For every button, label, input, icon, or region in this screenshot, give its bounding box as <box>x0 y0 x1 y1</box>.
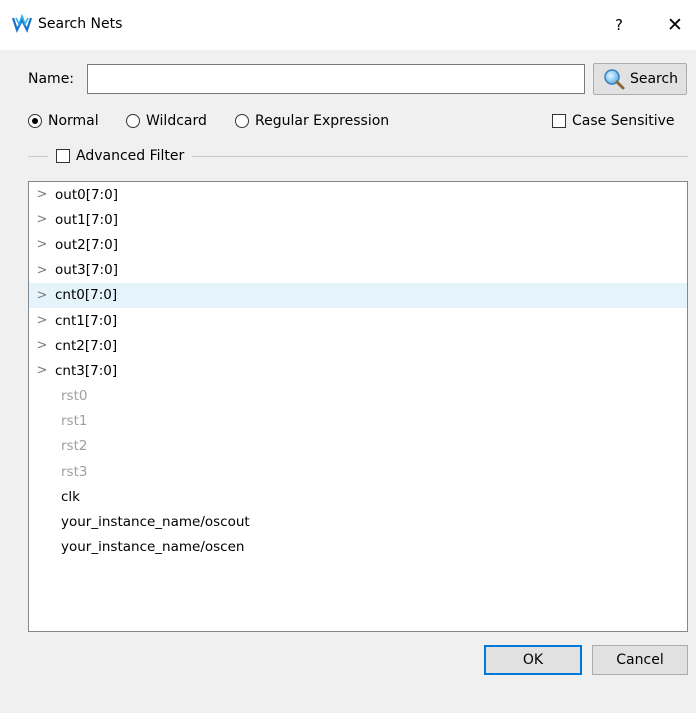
tree-item[interactable]: > cnt1[7:0] <box>29 308 687 333</box>
title-bar: Search Nets ? ✕ <box>0 0 696 50</box>
tree-item[interactable]: rst1 <box>29 409 687 434</box>
case-sensitive-label: Case Sensitive <box>572 113 675 129</box>
radio-normal[interactable] <box>28 114 42 128</box>
net-label: your_instance_name/oscen <box>61 539 245 556</box>
net-label: out2[7:0] <box>55 236 118 253</box>
chevron-right-icon[interactable]: > <box>29 237 55 252</box>
radio-wildcard[interactable] <box>126 114 140 128</box>
net-label: rst1 <box>61 413 88 430</box>
case-sensitive-option[interactable]: Case Sensitive <box>552 111 675 131</box>
chevron-right-icon[interactable]: > <box>29 288 55 303</box>
tree-item[interactable]: > cnt2[7:0] <box>29 333 687 358</box>
tree-item[interactable]: clk <box>29 484 687 509</box>
mode-wildcard-option[interactable]: Wildcard <box>126 111 207 131</box>
net-label: rst2 <box>61 438 88 455</box>
advanced-filter-label: Advanced Filter <box>76 148 185 164</box>
net-label: out0[7:0] <box>55 186 118 203</box>
chevron-right-icon[interactable]: > <box>29 212 55 227</box>
advanced-filter-option[interactable]: Advanced Filter <box>48 146 193 166</box>
case-sensitive-checkbox[interactable] <box>552 114 566 128</box>
chevron-right-icon[interactable]: > <box>29 313 55 328</box>
chevron-right-icon[interactable]: > <box>29 363 55 378</box>
tree-item[interactable]: your_instance_name/oscout <box>29 509 687 534</box>
net-label: out1[7:0] <box>55 211 118 228</box>
cancel-button[interactable]: Cancel <box>592 645 688 675</box>
net-label: rst0 <box>61 388 88 405</box>
app-logo-icon <box>12 14 32 33</box>
tree-item-selected[interactable]: > cnt0[7:0] <box>29 282 687 308</box>
tree-item[interactable]: > cnt3[7:0] <box>29 358 687 383</box>
name-input[interactable] <box>87 64 585 94</box>
chevron-right-icon[interactable]: > <box>29 263 55 278</box>
tree-item[interactable]: rst2 <box>29 434 687 459</box>
net-label: cnt3[7:0] <box>55 362 118 379</box>
tree-item[interactable]: rst0 <box>29 384 687 409</box>
magnifier-icon <box>604 69 625 90</box>
tree-item[interactable]: > out3[7:0] <box>29 258 687 283</box>
mode-wildcard-label: Wildcard <box>146 113 207 129</box>
mode-normal-option[interactable]: Normal <box>28 111 99 131</box>
tree-item[interactable]: your_instance_name/oscen <box>29 535 687 560</box>
ok-button[interactable]: OK <box>484 645 582 675</box>
net-label: cnt2[7:0] <box>55 337 118 354</box>
close-button[interactable]: ✕ <box>659 10 691 40</box>
tree-item[interactable]: > out2[7:0] <box>29 232 687 257</box>
net-tree[interactable]: > out0[7:0] > out1[7:0] > out2[7:0] > out3[7… <box>28 181 688 632</box>
tree-item[interactable]: > out0[7:0] <box>29 182 687 207</box>
chevron-right-icon[interactable]: > <box>29 338 55 353</box>
tree-item[interactable]: rst3 <box>29 459 687 484</box>
help-button[interactable]: ? <box>604 10 634 40</box>
net-label: cnt1[7:0] <box>55 312 118 329</box>
search-button[interactable]: Search <box>593 63 687 95</box>
mode-regex-label: Regular Expression <box>255 113 390 129</box>
advanced-filter-checkbox[interactable] <box>56 149 70 163</box>
mode-regex-option[interactable]: Regular Expression <box>235 111 389 131</box>
window-title: Search Nets <box>38 16 123 32</box>
tree-item[interactable]: > out1[7:0] <box>29 207 687 232</box>
search-button-label: Search <box>629 71 679 87</box>
net-label: cnt0[7:0] <box>55 287 118 304</box>
net-label: out3[7:0] <box>55 262 118 279</box>
net-label: clk <box>61 488 80 505</box>
chevron-right-icon[interactable]: > <box>29 187 55 202</box>
radio-regex[interactable] <box>235 114 249 128</box>
net-label: rst3 <box>61 463 88 480</box>
net-label: your_instance_name/oscout <box>61 514 250 531</box>
mode-normal-label: Normal <box>48 113 99 129</box>
name-label: Name: <box>28 71 75 87</box>
